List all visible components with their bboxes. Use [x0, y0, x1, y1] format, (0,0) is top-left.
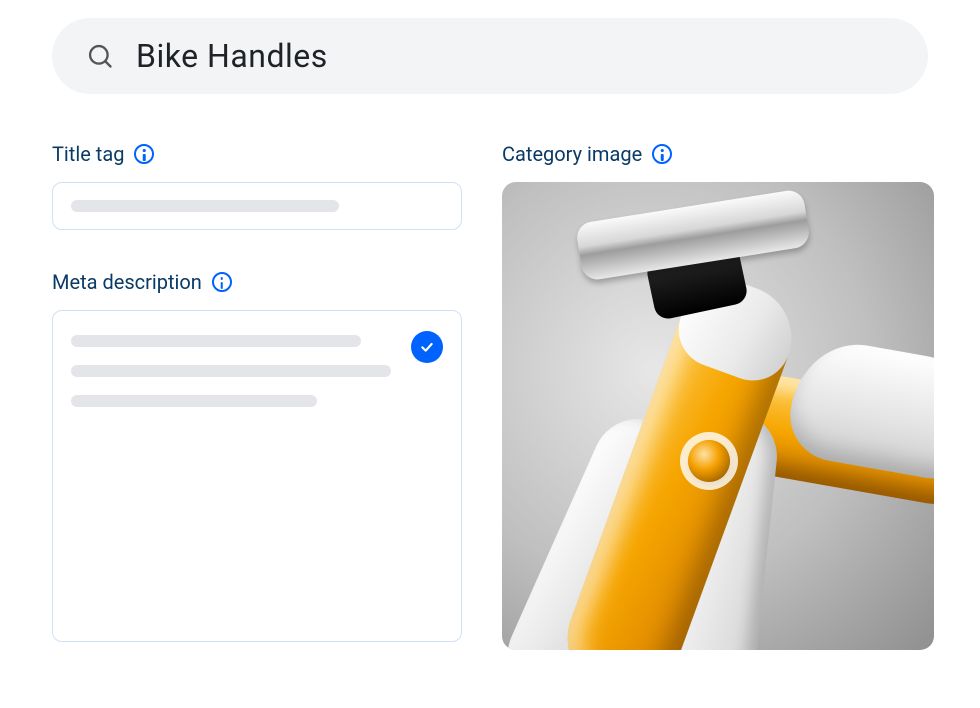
meta-description-label-row: Meta description — [52, 270, 462, 294]
search-query-text: Bike Handles — [136, 37, 328, 75]
placeholder-line — [71, 200, 339, 212]
category-image-preview[interactable] — [502, 182, 934, 650]
check-icon — [419, 339, 435, 355]
info-icon[interactable] — [134, 144, 154, 164]
info-icon[interactable] — [212, 272, 232, 292]
title-tag-label: Title tag — [52, 142, 124, 166]
placeholder-line — [71, 335, 361, 347]
category-image-label-row: Category image — [502, 142, 934, 166]
bike-bolt — [688, 440, 730, 482]
search-icon — [86, 42, 114, 70]
meta-description-input[interactable] — [52, 310, 462, 642]
validity-check-badge — [411, 331, 443, 363]
title-tag-label-row: Title tag — [52, 142, 462, 166]
placeholder-line — [71, 365, 391, 377]
info-icon[interactable] — [652, 144, 672, 164]
title-tag-input[interactable] — [52, 182, 462, 230]
category-image-label: Category image — [502, 142, 642, 166]
meta-description-label: Meta description — [52, 270, 202, 294]
placeholder-line — [71, 395, 317, 407]
search-bar[interactable]: Bike Handles — [52, 18, 928, 94]
